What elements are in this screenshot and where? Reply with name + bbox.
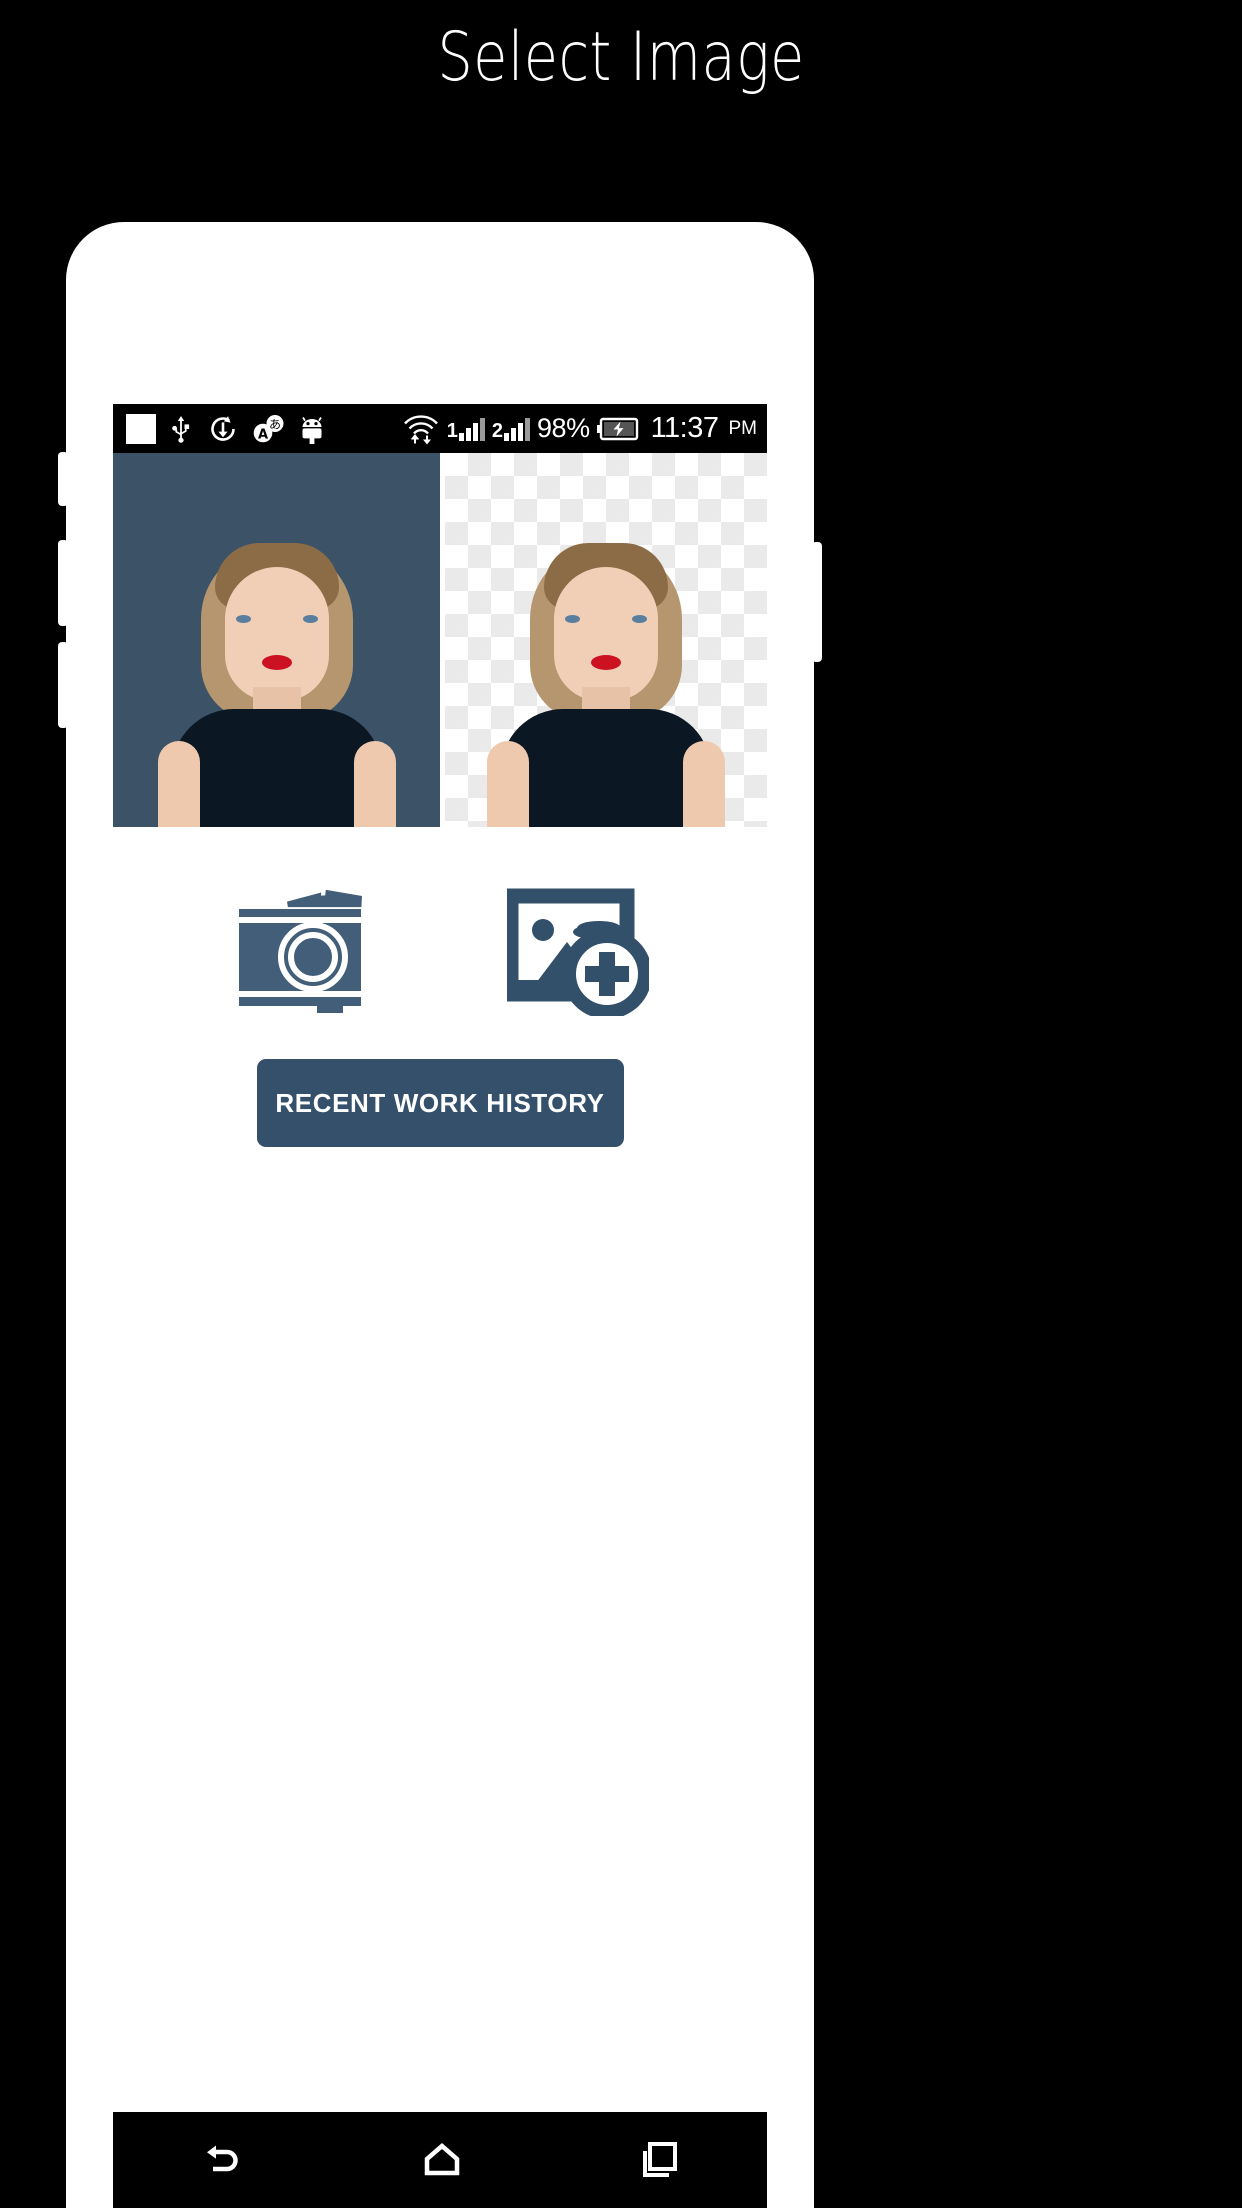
phone-side-button [58,452,68,506]
svg-text:A: A [258,427,268,442]
back-button[interactable] [201,2140,245,2180]
home-icon [424,2143,460,2176]
status-bar-right-icons: 1 2 98% 11:37 PM [402,412,757,445]
phone-power-button [812,542,822,662]
preview-before-pane [113,453,440,827]
background-removed-photo [481,527,731,827]
svg-text:あ: あ [269,417,281,431]
clock-time: 11:37 [650,412,719,444]
battery-charging-icon [596,417,638,440]
android-nav-bar [113,2112,767,2208]
home-button[interactable] [422,2140,462,2180]
wifi-transfer-icon [403,414,438,444]
preview-after-pane [445,453,767,827]
battery-percent-label: 98% [537,413,590,443]
phone-mockup: A あ 1 2 98% 11:37 PM RECENT WORK HISTORY [58,222,822,2208]
sim1-signal-icon: 1 [447,417,485,441]
status-bar-left-icons: A あ [126,413,326,444]
phone-volume-down-button [58,642,68,728]
language-input-icon: A あ [253,414,284,442]
source-picker-row [113,827,767,1019]
add-image-icon [503,888,652,1019]
page-root: Select Image A あ 1 2 98% 11:37 PM RECENT… [0,0,1242,2208]
app-content: RECENT WORK HISTORY [113,827,767,2208]
camera-icon [239,890,362,1013]
recents-button[interactable] [639,2140,679,2180]
gallery-button[interactable] [503,888,652,1019]
white-square-icon [126,413,156,444]
page-title: Select Image [437,18,805,97]
recent-work-history-button[interactable]: RECENT WORK HISTORY [256,1059,624,1147]
camera-button[interactable] [231,887,379,1017]
clock-meridiem: PM [728,417,758,439]
sim2-signal-icon: 2 [492,417,531,441]
phone-screen: A あ 1 2 98% 11:37 PM RECENT WORK HISTORY [113,404,767,2208]
download-sync-icon [211,415,235,441]
usb-icon [172,415,190,443]
back-icon [207,2145,238,2172]
before-after-preview [113,453,767,827]
android-robot-icon [302,416,322,444]
history-button-wrap: RECENT WORK HISTORY [113,1059,767,1147]
original-photo [152,527,402,827]
status-bar: A あ 1 2 98% 11:37 PM [113,404,767,453]
phone-volume-up-button [58,540,68,626]
recents-icon [642,2142,677,2177]
